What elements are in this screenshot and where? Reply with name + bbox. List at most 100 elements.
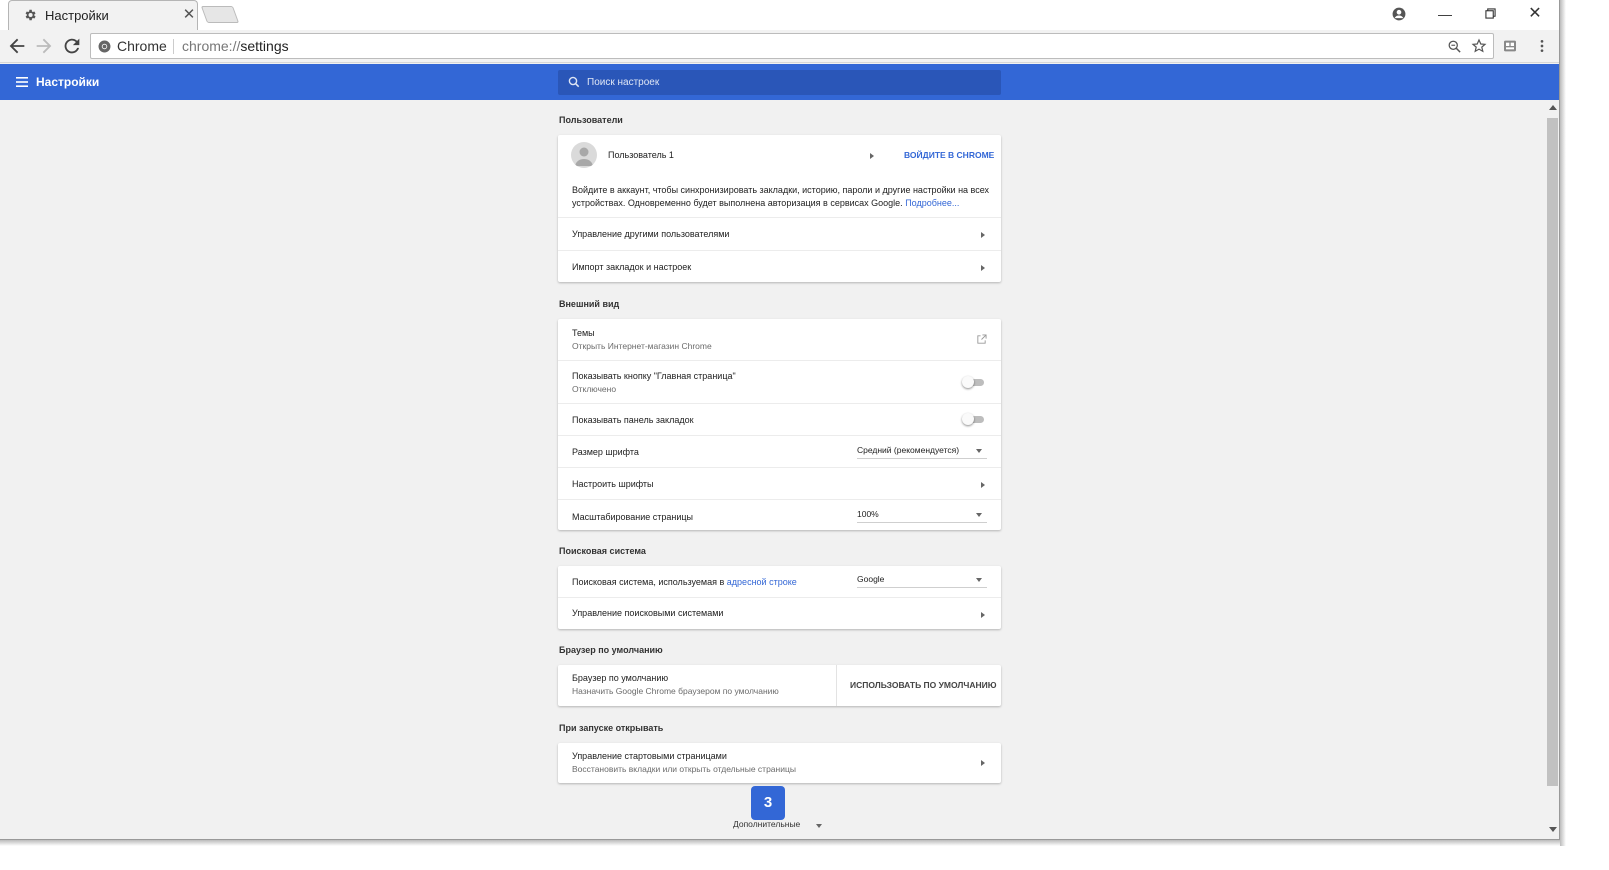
menu-icon[interactable] <box>15 75 29 89</box>
search-icon <box>568 76 580 88</box>
url-scheme: chrome:// <box>182 38 241 54</box>
page-zoom-select[interactable]: 100% <box>857 507 987 523</box>
startup-pages-sub: Восстановить вкладки или открыть отдельн… <box>572 764 796 774</box>
omnibox-separator <box>173 39 174 54</box>
chevron-down-icon <box>976 578 982 582</box>
address-bar[interactable]: Chrome chrome://settings <box>90 33 1494 59</box>
scroll-up-icon[interactable] <box>1549 105 1557 110</box>
chevron-down-icon <box>976 513 982 517</box>
back-icon[interactable] <box>6 35 28 57</box>
bookmarks-bar-toggle[interactable] <box>962 413 984 425</box>
home-button-row: Показывать кнопку "Главная страница" Отк… <box>558 360 1001 403</box>
signin-button[interactable]: ВОЙДИТЕ В CHROME <box>904 150 994 160</box>
new-tab-button[interactable] <box>200 6 240 23</box>
section-title-appearance: Внешний вид <box>559 299 620 309</box>
import-label: Импорт закладок и настроек <box>572 262 692 272</box>
customize-fonts-row[interactable]: Настроить шрифты <box>558 467 1001 499</box>
themes-label: Темы <box>572 328 595 338</box>
tab-settings[interactable]: Настройки ✕ <box>8 0 198 30</box>
startup-pages-label: Управление стартовыми страницами <box>572 751 727 761</box>
startup-card: Управление стартовыми страницами Восстан… <box>558 743 1001 783</box>
default-browser-row: Браузер по умолчанию Назначить Google Ch… <box>558 665 1001 706</box>
avatar <box>571 142 597 168</box>
tab-strip: Настройки ✕ — ✕ <box>0 0 1559 30</box>
more-vert-icon[interactable] <box>1536 38 1548 54</box>
chevron-right-icon <box>981 232 985 238</box>
default-browser-card: Браузер по умолчанию Назначить Google Ch… <box>558 665 1001 706</box>
url-path: settings <box>240 38 289 54</box>
search-engine-select[interactable]: Google <box>857 572 987 588</box>
chevron-down-icon <box>976 449 982 453</box>
close-icon[interactable]: ✕ <box>181 6 197 24</box>
zoom-icon[interactable] <box>1447 39 1462 54</box>
themes-sub: Открыть Интернет-магазин Chrome <box>572 341 712 351</box>
search-engine-row: Поисковая система, используемая в адресн… <box>558 566 1001 597</box>
reload-icon[interactable] <box>61 35 83 57</box>
omnibox-chip: Chrome <box>117 38 167 54</box>
settings-search[interactable] <box>558 70 1001 95</box>
chevron-right-icon <box>981 612 985 618</box>
scrollbar-thumb[interactable] <box>1547 118 1558 786</box>
extension-icon[interactable] <box>1502 38 1518 54</box>
manage-search-engines-label: Управление поисковыми системами <box>572 608 724 618</box>
profile-icon[interactable] <box>1384 3 1414 25</box>
home-button-label: Показывать кнопку "Главная страница" <box>572 371 736 381</box>
chevron-right-icon <box>981 265 985 271</box>
search-input[interactable] <box>587 70 987 95</box>
settings-content: Пользователи Пользователь 1 ВОЙДИТЕ В CH… <box>0 100 1545 839</box>
minimize-icon[interactable]: — <box>1430 3 1460 25</box>
default-browser-label: Браузер по умолчанию <box>572 673 669 683</box>
window-shadow <box>0 840 1566 846</box>
customize-fonts-label: Настроить шрифты <box>572 479 654 489</box>
sync-text-line-1: Войдите в аккаунт, чтобы синхронизироват… <box>572 185 990 195</box>
sync-text-2: устройствах. Одновременно будет выполнен… <box>572 198 903 208</box>
search-engine-value: Google <box>857 574 885 584</box>
startup-pages-row[interactable]: Управление стартовыми страницами Восстан… <box>558 743 1001 783</box>
url-text[interactable]: chrome://settings <box>182 38 289 54</box>
advanced-toggle[interactable]: Дополнительные <box>733 819 800 829</box>
users-card: Пользователь 1 ВОЙДИТЕ В CHROME Войдите … <box>558 135 1001 282</box>
section-title-default-browser: Браузер по умолчанию <box>559 645 663 655</box>
home-button-toggle[interactable] <box>962 376 984 388</box>
section-title-search-engine: Поисковая система <box>559 546 646 556</box>
star-icon[interactable] <box>1471 38 1487 54</box>
manage-search-engines-row[interactable]: Управление поисковыми системами <box>558 597 1001 629</box>
sync-text-line-2: устройствах. Одновременно будет выполнен… <box>572 198 959 208</box>
section-title-users: Пользователи <box>559 115 623 125</box>
scroll-down-icon[interactable] <box>1549 827 1557 832</box>
open-in-new-icon[interactable] <box>976 334 987 345</box>
scrollbar[interactable] <box>1545 100 1559 839</box>
page-zoom-label: Масштабирование страницы <box>572 512 693 522</box>
forward-icon[interactable] <box>33 35 55 57</box>
step-number-badge: 3 <box>751 786 785 820</box>
font-size-select[interactable]: Средний (рекомендуется) <box>857 443 987 459</box>
import-row[interactable]: Импорт закладок и настроек <box>558 250 1001 282</box>
tab-title: Настройки <box>45 8 109 23</box>
chevron-right-icon <box>981 760 985 766</box>
search-engine-label: Поисковая система, используемая в адресн… <box>572 577 797 587</box>
page-title: Настройки <box>36 75 100 89</box>
home-button-sub: Отключено <box>572 384 617 394</box>
browser-window: Настройки ✕ — ✕ Chrome chrome://settings <box>0 0 1560 840</box>
learn-more-link[interactable]: Подробнее... <box>905 198 959 208</box>
manage-users-row[interactable]: Управление другими пользователями <box>558 217 1001 250</box>
sync-description: Войдите в аккаунт, чтобы синхронизироват… <box>558 175 1001 217</box>
window-close-icon[interactable]: ✕ <box>1520 3 1550 25</box>
search-engine-label-text: Поисковая система, используемая в <box>572 577 725 587</box>
gear-icon <box>25 9 36 21</box>
person-icon <box>575 147 593 166</box>
page-zoom-value: 100% <box>857 509 879 519</box>
settings-header: Настройки <box>0 64 1559 100</box>
themes-row[interactable]: Темы Открыть Интернет-магазин Chrome <box>558 319 1001 360</box>
font-size-label: Размер шрифта <box>572 447 639 457</box>
user-name: Пользователь 1 <box>608 150 674 160</box>
section-title-startup: При запуске открывать <box>559 723 664 733</box>
omnibox-link[interactable]: адресной строке <box>727 577 797 587</box>
toolbar: Chrome chrome://settings <box>0 30 1559 63</box>
make-default-button[interactable]: ИСПОЛЬЗОВАТЬ ПО УМОЛЧАНИЮ <box>836 665 1001 706</box>
chevron-down-icon[interactable] <box>816 824 822 828</box>
user-row[interactable]: Пользователь 1 ВОЙДИТЕ В CHROME <box>558 135 1001 175</box>
search-engine-card: Поисковая система, используемая в адресн… <box>558 566 1001 629</box>
chevron-right-icon[interactable] <box>868 152 876 160</box>
restore-icon[interactable] <box>1475 3 1505 25</box>
